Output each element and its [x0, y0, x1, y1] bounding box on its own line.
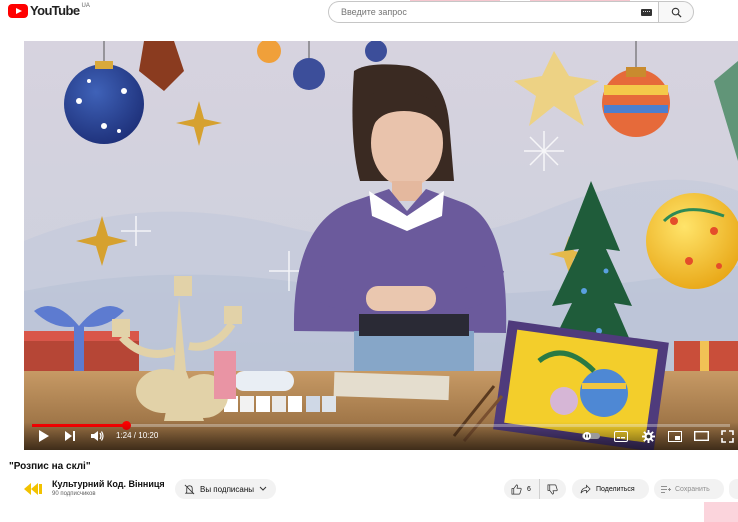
channel-name[interactable]: Культурний Код. Вінниця — [52, 479, 165, 489]
next-icon — [65, 431, 75, 441]
like-button[interactable]: 6 — [504, 479, 540, 499]
miniplayer-button[interactable] — [666, 428, 684, 444]
theater-mode-button[interactable] — [692, 428, 710, 444]
search-bar — [328, 1, 694, 23]
search-icon — [671, 7, 682, 18]
bell-off-icon — [184, 484, 195, 494]
theater-icon — [693, 431, 709, 441]
volume-icon — [91, 431, 104, 441]
masthead: YouTube UA — [0, 0, 738, 26]
like-dislike-group: 6 — [504, 479, 566, 499]
video-player[interactable]: 1:24 / 10:20 — [24, 41, 738, 450]
miniplayer-icon — [668, 430, 682, 442]
time-total: 10:20 — [138, 431, 159, 440]
next-button[interactable] — [62, 428, 78, 444]
share-label: Поделиться — [596, 485, 635, 493]
subscriber-count: 90 подписчиков — [52, 491, 96, 497]
country-code: UA — [81, 3, 90, 9]
search-button[interactable] — [658, 1, 694, 23]
subtitles-button[interactable] — [612, 428, 630, 444]
play-button[interactable] — [36, 428, 52, 444]
settings-button[interactable] — [639, 428, 657, 444]
player-controls: 1:24 / 10:20 — [24, 422, 738, 450]
share-icon — [580, 484, 591, 494]
autoplay-toggle[interactable] — [580, 428, 602, 444]
save-playlist-icon — [661, 486, 671, 493]
gear-icon — [641, 429, 655, 443]
fullscreen-icon — [720, 429, 734, 443]
youtube-logo[interactable]: YouTube UA — [8, 3, 90, 18]
search-input[interactable] — [341, 2, 621, 22]
video-title: "Розпис на склі" — [9, 461, 91, 472]
volume-button[interactable] — [88, 428, 106, 444]
channel-row: Культурний Код. Вінниця 90 подписчиков В… — [0, 476, 738, 504]
play-icon — [39, 430, 49, 442]
time-display: 1:24 / 10:20 — [116, 431, 158, 440]
more-actions-button[interactable] — [729, 479, 738, 499]
youtube-logo-icon — [8, 4, 28, 18]
like-count: 6 — [527, 485, 531, 493]
thumbs-down-icon — [547, 484, 558, 494]
decorative-corner — [704, 502, 738, 522]
thumbs-up-icon — [511, 484, 522, 494]
subtitles-toggle-icon — [582, 432, 600, 440]
time-current: 1:24 — [116, 431, 132, 440]
chevron-down-icon — [259, 486, 267, 491]
video-frame — [24, 41, 738, 450]
search-box[interactable] — [328, 1, 658, 23]
subscribed-button[interactable]: Вы подписаны — [175, 479, 276, 499]
save-label: Сохранить — [675, 485, 710, 493]
subscribed-label: Вы подписаны — [200, 484, 254, 494]
channel-avatar[interactable] — [23, 481, 45, 497]
fullscreen-button[interactable] — [718, 428, 736, 444]
channel-logo-icon — [24, 483, 42, 495]
save-button[interactable]: Сохранить — [654, 479, 724, 499]
logo-text: YouTube — [30, 3, 80, 18]
captions-icon — [614, 430, 628, 442]
dislike-button[interactable] — [540, 479, 565, 499]
share-button[interactable]: Поделиться — [572, 479, 649, 499]
keyboard-icon[interactable] — [641, 9, 652, 16]
